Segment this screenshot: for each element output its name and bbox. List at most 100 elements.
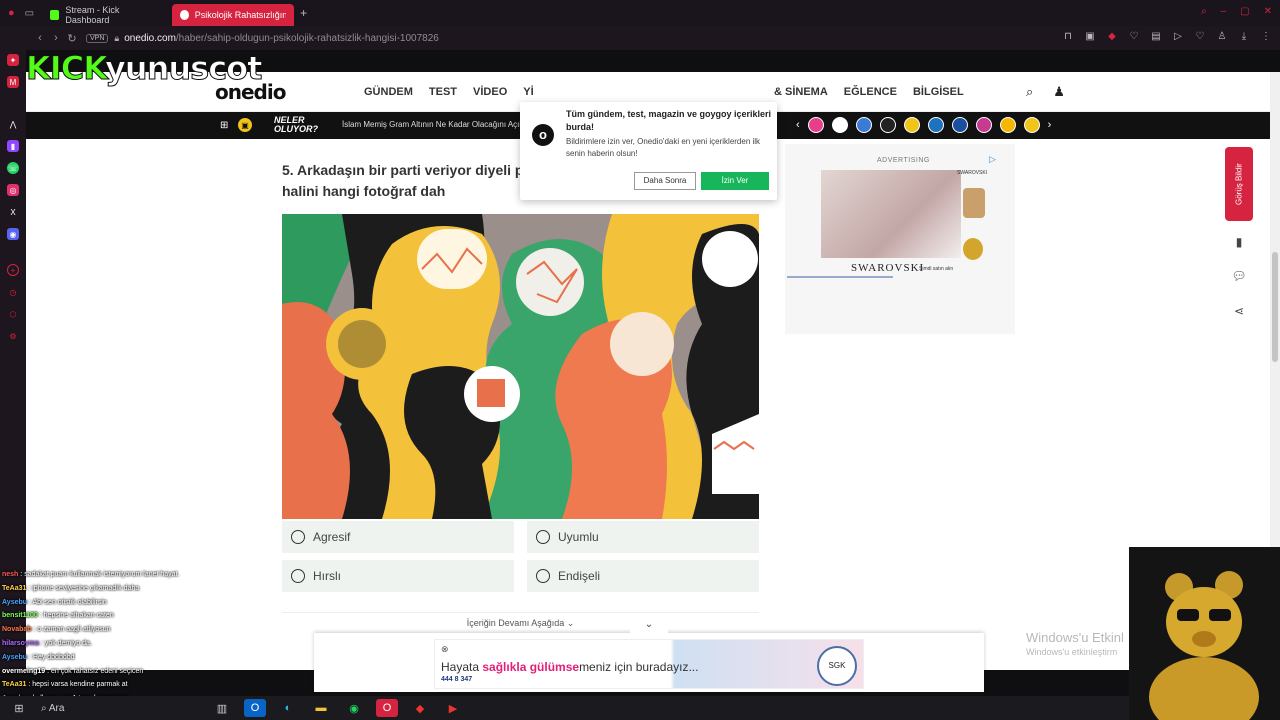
bottom-advertisement[interactable]: ⌄ ⊗ Hayata sağlıkla gülümsemeniz için bu…	[314, 619, 984, 692]
comments-icon[interactable]: 💬︎	[1231, 269, 1247, 285]
search-tabs-icon[interactable]: ⌕	[1201, 6, 1207, 17]
new-tab-button[interactable]: +	[300, 6, 307, 20]
menu-item-yi[interactable]: Yİ	[523, 86, 533, 98]
sidebar-twitch-icon[interactable]: ▮	[7, 140, 19, 152]
bookmark-icon[interactable]: ▮	[1231, 235, 1247, 251]
back-button[interactable]: ‹	[32, 32, 48, 44]
story-bubble[interactable]	[951, 117, 968, 133]
explorer-icon[interactable]: ▬	[310, 699, 332, 717]
chat-username[interactable]: TeAa31	[2, 681, 26, 688]
tv-icon[interactable]: ▣	[238, 118, 252, 132]
maximize-button[interactable]: ▢	[1240, 6, 1249, 17]
play-icon[interactable]: ▷	[1172, 31, 1184, 42]
chat-username[interactable]: hilarsoyma	[2, 640, 39, 647]
continue-below[interactable]: İçeriğin Devamı Aşağıda ⌄	[282, 612, 759, 634]
vpn-badge[interactable]: VPN	[86, 33, 109, 43]
allow-button[interactable]: İzin Ver	[701, 172, 769, 190]
ad-cta[interactable]: Şimdi satın alın	[919, 266, 953, 272]
story-bubble[interactable]	[903, 117, 920, 133]
option-uyumlu[interactable]: Uyumlu	[527, 521, 759, 553]
menu-icon[interactable]: ⋮	[1260, 31, 1272, 42]
option-agresif[interactable]: Agresif	[282, 521, 514, 553]
taskbar-search[interactable]: ⌕ Ara	[41, 703, 211, 714]
workspaces-icon[interactable]: ▭	[25, 8, 34, 19]
sidebar-whatsapp-icon[interactable]: ☏	[7, 162, 19, 174]
grid-icon[interactable]: ⊞	[220, 120, 228, 131]
story-bubble[interactable]	[879, 117, 896, 133]
sidebar-discord-icon[interactable]: ◉	[7, 228, 19, 240]
story-bubble[interactable]	[927, 117, 944, 133]
sidebar-messenger-icon[interactable]: M	[7, 76, 19, 88]
share-icon[interactable]: ⋖	[1231, 304, 1247, 320]
ad-banner[interactable]: ⊗ Hayata sağlıkla gülümsemeniz için bura…	[434, 639, 864, 689]
wallet-icon[interactable]: ▤	[1150, 31, 1162, 42]
browser-menu-icon[interactable]: ●	[8, 7, 15, 19]
tab-onedio-article[interactable]: Psikolojik Rahatsızlığın Ne	[172, 4, 295, 26]
stories-prev-icon[interactable]: ‹	[796, 119, 800, 131]
sidebar-arc-icon[interactable]: ⋀	[7, 118, 19, 130]
side-advertisement[interactable]: ADVERTISING ▷ SWAROVSKI SWAROVSKI Şimdi …	[785, 144, 1015, 334]
search-icon[interactable]: ⌕	[1026, 84, 1033, 100]
feedback-button[interactable]: Görüş Bildir	[1225, 147, 1253, 221]
radio-icon	[291, 530, 305, 544]
story-bubble[interactable]	[831, 117, 848, 133]
chat-username[interactable]: overmeing19	[2, 668, 45, 675]
sidebar-history-icon[interactable]: ◷	[7, 286, 19, 298]
chat-username[interactable]: TeAa31	[2, 585, 26, 592]
sidebar-add-icon[interactable]: +	[7, 264, 19, 276]
menu-item-bilgisel[interactable]: BİLGİSEL	[913, 86, 964, 98]
sidebar-ai-icon[interactable]: ✦	[7, 54, 19, 66]
sidebar-extensions-icon[interactable]: ⬡	[7, 308, 19, 320]
chat-text: yok demiyo da.	[44, 639, 92, 647]
outlook-icon[interactable]: O	[244, 699, 266, 717]
download-icon[interactable]: ⤓	[1238, 31, 1250, 42]
chat-username[interactable]: Aysebu	[2, 654, 27, 661]
menu-item-sinema[interactable]: & SİNEMA	[774, 86, 828, 98]
reload-button[interactable]: ↻	[64, 32, 80, 45]
shield-icon[interactable]: ◆	[1106, 31, 1118, 42]
story-bubble[interactable]	[999, 117, 1016, 133]
url-field[interactable]: onedio.com/haber/sahip-oldugun-psikoloji…	[124, 33, 439, 44]
collapse-ad-icon[interactable]: ⌄	[630, 619, 668, 633]
option-endiseli[interactable]: Endişeli	[527, 560, 759, 592]
ad-choices-icon[interactable]: ▷	[989, 154, 996, 165]
forward-button[interactable]: ›	[48, 32, 64, 44]
story-bubble[interactable]	[807, 117, 824, 133]
account-icon[interactable]: ♙	[1216, 31, 1228, 42]
menu-item-gundem[interactable]: GÜNDEM	[364, 86, 413, 98]
task-view-icon[interactable]: ▥	[211, 699, 233, 717]
menu-item-test[interactable]: TEST	[429, 86, 457, 98]
start-icon[interactable]: ⊞	[8, 699, 30, 717]
opera-icon[interactable]: O	[376, 699, 398, 717]
stories-next-icon[interactable]: ›	[1048, 119, 1052, 131]
app-icon[interactable]: ◆	[409, 699, 431, 717]
sidebar-instagram-icon[interactable]: ◎	[7, 184, 19, 196]
edge-icon[interactable]: ◐	[277, 699, 299, 717]
menu-item-eglence[interactable]: EĞLENCE	[844, 86, 897, 98]
minimize-button[interactable]: –	[1221, 6, 1227, 17]
story-bubble[interactable]	[1023, 117, 1040, 133]
ticker-headline[interactable]: İslam Memiş Gram Altının Ne Kadar Olacağ…	[342, 120, 525, 129]
story-bubble[interactable]	[855, 117, 872, 133]
chat-username[interactable]: bensit1100	[2, 612, 38, 619]
bookmark-icon[interactable]: ♡	[1194, 31, 1206, 42]
close-window-button[interactable]: ✕	[1264, 6, 1272, 17]
chat-username[interactable]: Aysebu	[2, 599, 27, 606]
later-button[interactable]: Daha Sonra	[634, 172, 696, 190]
heart-icon[interactable]: ♡	[1128, 31, 1140, 42]
option-hirsli[interactable]: Hırslı	[282, 560, 514, 592]
menu-item-video[interactable]: VİDEO	[473, 86, 507, 98]
chat-username[interactable]: nesh	[2, 571, 18, 578]
ad-close-icon[interactable]: ⊗	[441, 644, 449, 655]
chat-username[interactable]: Novabab	[2, 626, 32, 633]
story-bubble[interactable]	[975, 117, 992, 133]
tab-kick-dashboard[interactable]: Stream - Kick Dashboard	[42, 4, 166, 26]
sidebar-settings-icon[interactable]: ⚙	[7, 330, 19, 342]
pin-icon[interactable]: ⊓	[1062, 31, 1074, 42]
snapshot-icon[interactable]: ▣	[1084, 31, 1096, 42]
sidebar-x-icon[interactable]: X	[7, 206, 19, 218]
scrollbar-thumb[interactable]	[1272, 252, 1278, 362]
media-icon[interactable]: ▶	[442, 699, 464, 717]
spotify-icon[interactable]: ◉	[343, 699, 365, 717]
user-icon[interactable]: ♟	[1053, 84, 1065, 100]
